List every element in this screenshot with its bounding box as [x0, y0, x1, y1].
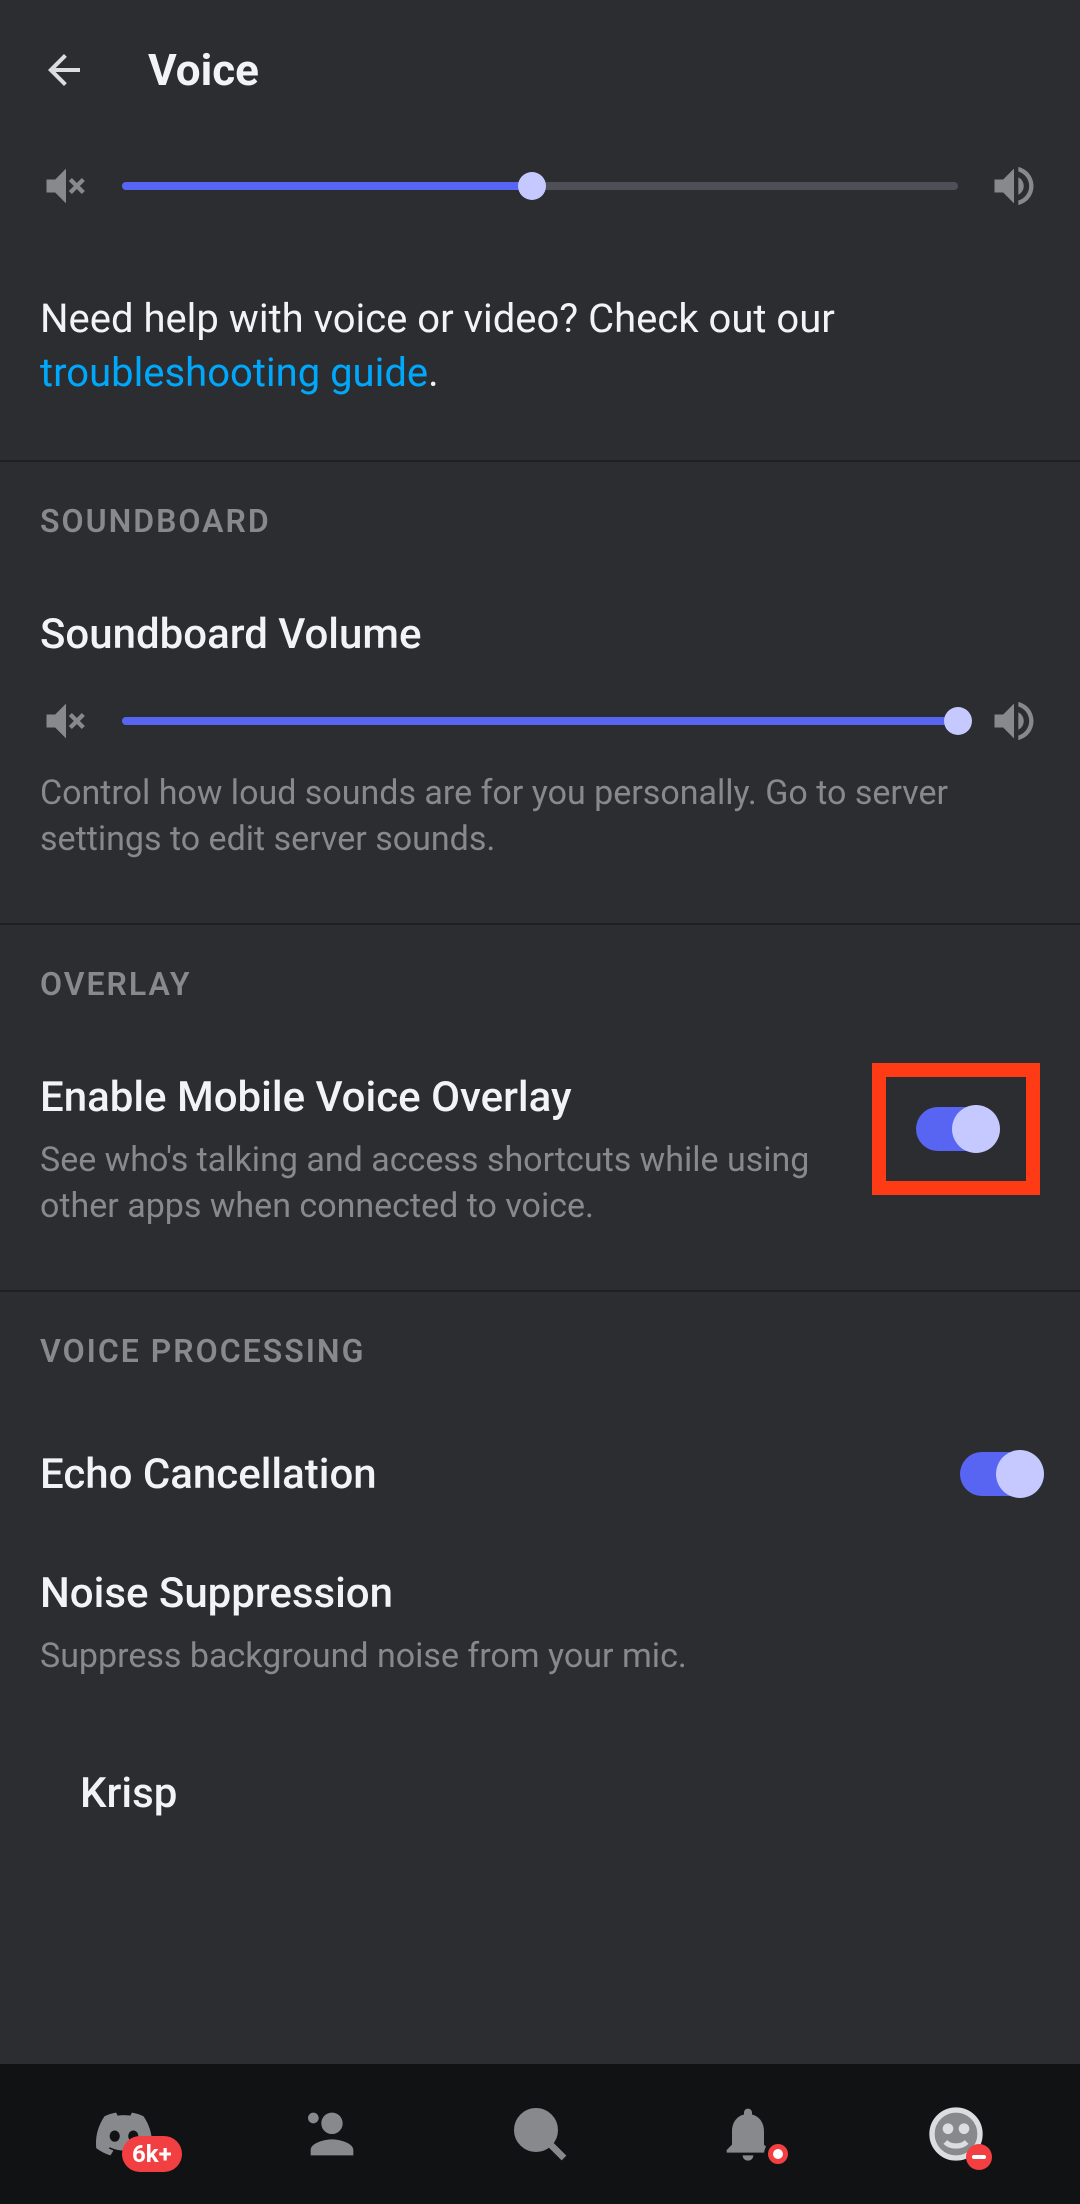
content-scroll[interactable]: Need help with voice or video? Check out…: [0, 140, 1080, 2064]
noise-suppression-block[interactable]: Noise Suppression Suppress background no…: [0, 1559, 1080, 1720]
mobile-voice-overlay-title: Enable Mobile Voice Overlay: [40, 1073, 844, 1122]
volume-max-icon: [988, 695, 1040, 747]
app-header: Voice: [0, 0, 1080, 140]
back-arrow-icon[interactable]: [40, 46, 88, 94]
krisp-option[interactable]: Krisp: [0, 1719, 1080, 1858]
soundboard-slider-row: [40, 675, 1040, 771]
soundboard-volume-slider[interactable]: [122, 717, 958, 725]
mobile-voice-overlay-row[interactable]: Enable Mobile Voice Overlay See who's ta…: [0, 1023, 1080, 1290]
bottom-navbar: 6k+: [0, 2064, 1080, 2204]
voice-processing-section-header: VOICE PROCESSING: [0, 1292, 1080, 1390]
help-suffix: .: [428, 349, 439, 396]
overlay-section-header: OVERLAY: [0, 925, 1080, 1023]
echo-cancellation-row[interactable]: Echo Cancellation: [0, 1390, 1080, 1559]
page-title: Voice: [148, 44, 259, 96]
soundboard-volume-block: Soundboard Volume Control how loud sound…: [0, 560, 1080, 923]
nav-search[interactable]: [500, 2094, 580, 2174]
volume-mute-icon: [40, 160, 92, 212]
soundboard-volume-title: Soundboard Volume: [40, 610, 1040, 659]
troubleshooting-link[interactable]: troubleshooting guide: [40, 349, 428, 396]
mobile-voice-overlay-desc: See who's talking and access shortcuts w…: [40, 1138, 844, 1230]
mobile-voice-overlay-toggle[interactable]: [916, 1107, 996, 1151]
nav-badge: 6k+: [122, 2136, 182, 2172]
noise-suppression-title: Noise Suppression: [40, 1569, 1040, 1618]
output-volume-slider[interactable]: [122, 182, 958, 190]
echo-cancellation-title: Echo Cancellation: [40, 1450, 377, 1499]
volume-max-icon: [988, 160, 1040, 212]
help-text: Need help with voice or video? Check out…: [0, 252, 1080, 460]
help-prefix: Need help with voice or video? Check out…: [40, 295, 835, 342]
soundboard-section-header: SOUNDBOARD: [0, 462, 1080, 560]
echo-cancellation-toggle[interactable]: [960, 1452, 1040, 1496]
noise-suppression-desc: Suppress background noise from your mic.: [40, 1634, 1040, 1680]
nav-servers[interactable]: 6k+: [84, 2094, 164, 2174]
volume-mute-icon: [40, 695, 92, 747]
search-icon: [508, 2102, 572, 2166]
notification-dot: [764, 2140, 792, 2168]
output-volume-slider-row: [0, 140, 1080, 252]
nav-friends[interactable]: [292, 2094, 372, 2174]
nav-notifications[interactable]: [708, 2094, 788, 2174]
friends-icon: [300, 2102, 364, 2166]
dnd-badge: [966, 2144, 992, 2170]
highlight-annotation: [872, 1063, 1040, 1195]
nav-profile[interactable]: [916, 2094, 996, 2174]
soundboard-volume-desc: Control how loud sounds are for you pers…: [40, 771, 1040, 863]
